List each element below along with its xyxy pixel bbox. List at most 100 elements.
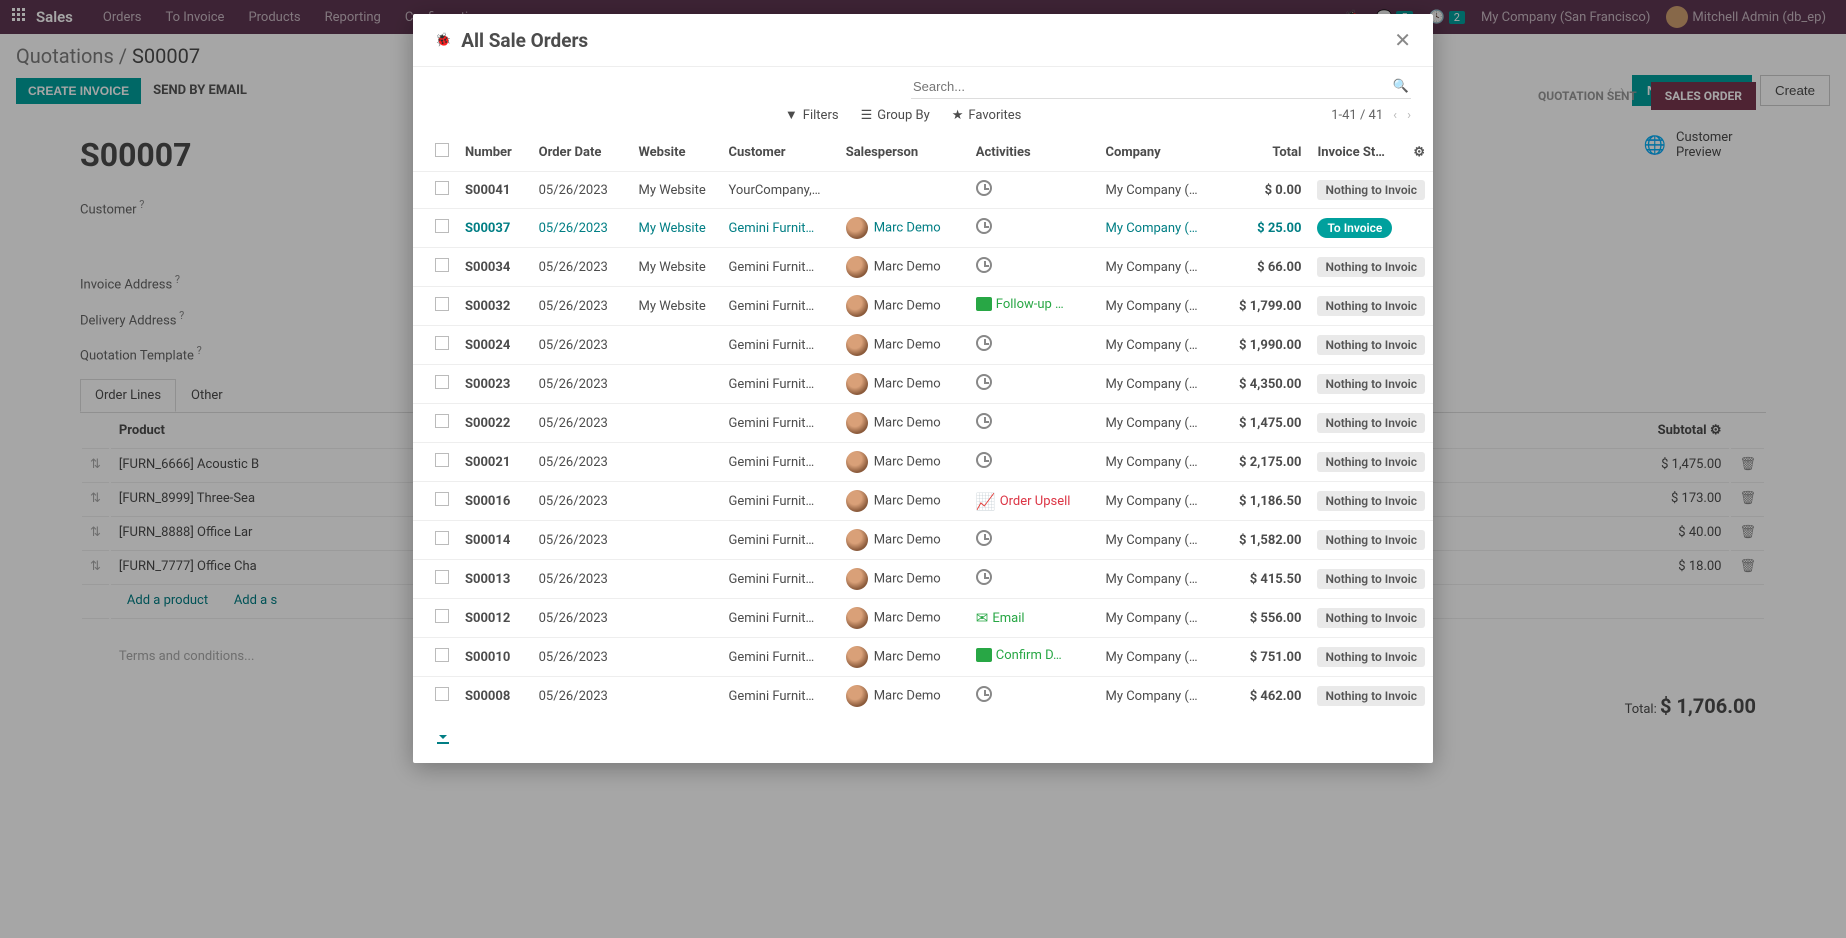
cell-total: $ 751.00 bbox=[1219, 638, 1309, 677]
mail-icon: ✉ bbox=[976, 609, 989, 627]
chart-icon: 📈 bbox=[976, 492, 996, 511]
row-checkbox[interactable] bbox=[435, 219, 449, 233]
cell-date: 05/26/2023 bbox=[531, 677, 631, 716]
cell-customer: Gemini Furnit… bbox=[720, 521, 837, 560]
cell-date: 05/26/2023 bbox=[531, 482, 631, 521]
table-row[interactable]: S00041 05/26/2023 My Website YourCompany… bbox=[413, 172, 1433, 209]
row-checkbox[interactable] bbox=[435, 336, 449, 350]
cell-salesperson: Marc Demo bbox=[838, 560, 968, 599]
download-icon[interactable] bbox=[413, 715, 1433, 763]
cell-salesperson: Marc Demo bbox=[838, 599, 968, 638]
cell-company: My Company (… bbox=[1098, 248, 1220, 287]
clock-icon[interactable] bbox=[976, 569, 992, 585]
row-checkbox[interactable] bbox=[435, 648, 449, 662]
col-activities[interactable]: Activities bbox=[968, 133, 1098, 172]
table-row[interactable]: S00037 05/26/2023 My Website Gemini Furn… bbox=[413, 209, 1433, 248]
col-invoice-status[interactable]: Invoice St… ⚙ bbox=[1309, 133, 1433, 172]
row-checkbox[interactable] bbox=[435, 453, 449, 467]
table-row[interactable]: S00032 05/26/2023 My Website Gemini Furn… bbox=[413, 287, 1433, 326]
pager-next-icon[interactable]: › bbox=[1407, 108, 1411, 123]
col-customer[interactable]: Customer bbox=[720, 133, 837, 172]
col-order-date[interactable]: Order Date bbox=[531, 133, 631, 172]
filter-icon: ▼ bbox=[785, 107, 798, 123]
table-row[interactable]: S00022 05/26/2023 Gemini Furnit… Marc De… bbox=[413, 404, 1433, 443]
favorites-button[interactable]: ★Favorites bbox=[952, 107, 1022, 123]
table-row[interactable]: S00012 05/26/2023 Gemini Furnit… Marc De… bbox=[413, 599, 1433, 638]
pager-prev-icon[interactable]: ‹ bbox=[1393, 108, 1397, 123]
col-website[interactable]: Website bbox=[630, 133, 720, 172]
search-box[interactable]: 🔍 bbox=[911, 75, 1411, 99]
row-checkbox[interactable] bbox=[435, 609, 449, 623]
search-icon[interactable]: 🔍 bbox=[1393, 79, 1409, 94]
status-badge: Nothing to Invoic bbox=[1317, 413, 1425, 433]
clock-icon[interactable] bbox=[976, 257, 992, 273]
groupby-button[interactable]: ☰Group By bbox=[861, 107, 930, 123]
table-row[interactable]: S00034 05/26/2023 My Website Gemini Furn… bbox=[413, 248, 1433, 287]
cell-customer: Gemini Furnit… bbox=[720, 599, 837, 638]
col-company[interactable]: Company bbox=[1098, 133, 1220, 172]
row-checkbox[interactable] bbox=[435, 181, 449, 195]
pager-text[interactable]: 1-41 / 41 bbox=[1331, 108, 1383, 123]
col-number[interactable]: Number bbox=[457, 133, 531, 172]
bug-icon[interactable]: 🐞 bbox=[435, 33, 451, 48]
cell-website bbox=[630, 638, 720, 677]
clock-icon[interactable] bbox=[976, 218, 992, 234]
table-row[interactable]: S00016 05/26/2023 Gemini Furnit… Marc De… bbox=[413, 482, 1433, 521]
table-row[interactable]: S00014 05/26/2023 Gemini Furnit… Marc De… bbox=[413, 521, 1433, 560]
cell-activities bbox=[968, 248, 1098, 287]
cell-activities: Confirm D… bbox=[968, 638, 1098, 677]
row-checkbox[interactable] bbox=[435, 492, 449, 506]
col-total[interactable]: Total bbox=[1219, 133, 1309, 172]
close-icon[interactable]: ✕ bbox=[1394, 28, 1411, 52]
cell-invoice-status: Nothing to Invoic bbox=[1309, 443, 1433, 482]
cell-invoice-status: Nothing to Invoic bbox=[1309, 482, 1433, 521]
clock-icon[interactable] bbox=[976, 335, 992, 351]
cell-activities bbox=[968, 172, 1098, 209]
cell-activities bbox=[968, 209, 1098, 248]
table-row[interactable]: S00023 05/26/2023 Gemini Furnit… Marc De… bbox=[413, 365, 1433, 404]
row-checkbox[interactable] bbox=[435, 375, 449, 389]
clock-icon[interactable] bbox=[976, 374, 992, 390]
activity-badge[interactable]: ✉Email bbox=[976, 609, 1025, 627]
cell-number: S00023 bbox=[457, 365, 531, 404]
cell-invoice-status: Nothing to Invoic bbox=[1309, 638, 1433, 677]
table-row[interactable]: S00010 05/26/2023 Gemini Furnit… Marc De… bbox=[413, 638, 1433, 677]
cell-total: $ 66.00 bbox=[1219, 248, 1309, 287]
status-badge: Nothing to Invoic bbox=[1317, 180, 1425, 200]
cell-number: S00013 bbox=[457, 560, 531, 599]
row-checkbox[interactable] bbox=[435, 414, 449, 428]
activity-badge[interactable]: Confirm D… bbox=[976, 648, 1062, 663]
clock-icon[interactable] bbox=[976, 686, 992, 702]
filters-button[interactable]: ▼Filters bbox=[785, 107, 839, 123]
columns-settings-icon[interactable]: ⚙ bbox=[1413, 145, 1425, 160]
clock-icon[interactable] bbox=[976, 452, 992, 468]
cell-customer: Gemini Furnit… bbox=[720, 326, 837, 365]
status-badge: Nothing to Invoic bbox=[1317, 569, 1425, 589]
cell-salesperson: Marc Demo bbox=[838, 326, 968, 365]
orders-table: Number Order Date Website Customer Sales… bbox=[413, 133, 1433, 715]
status-badge: Nothing to Invoic bbox=[1317, 608, 1425, 628]
table-row[interactable]: S00024 05/26/2023 Gemini Furnit… Marc De… bbox=[413, 326, 1433, 365]
clock-icon[interactable] bbox=[976, 413, 992, 429]
cell-invoice-status: Nothing to Invoic bbox=[1309, 677, 1433, 716]
row-checkbox[interactable] bbox=[435, 258, 449, 272]
row-checkbox[interactable] bbox=[435, 687, 449, 701]
cell-invoice-status: Nothing to Invoic bbox=[1309, 365, 1433, 404]
search-input[interactable] bbox=[913, 79, 1393, 94]
row-checkbox[interactable] bbox=[435, 297, 449, 311]
activity-badge[interactable]: Follow-up … bbox=[976, 297, 1064, 312]
cell-website: My Website bbox=[630, 209, 720, 248]
table-row[interactable]: S00021 05/26/2023 Gemini Furnit… Marc De… bbox=[413, 443, 1433, 482]
clock-icon[interactable] bbox=[976, 530, 992, 546]
cell-number: S00010 bbox=[457, 638, 531, 677]
activity-badge[interactable]: 📈Order Upsell bbox=[976, 492, 1071, 511]
select-all-checkbox[interactable] bbox=[435, 143, 449, 157]
clock-icon[interactable] bbox=[976, 180, 992, 196]
col-salesperson[interactable]: Salesperson bbox=[838, 133, 968, 172]
table-row[interactable]: S00013 05/26/2023 Gemini Furnit… Marc De… bbox=[413, 560, 1433, 599]
table-row[interactable]: S00008 05/26/2023 Gemini Furnit… Marc De… bbox=[413, 677, 1433, 716]
row-checkbox[interactable] bbox=[435, 570, 449, 584]
cell-company: My Company (… bbox=[1098, 482, 1220, 521]
row-checkbox[interactable] bbox=[435, 531, 449, 545]
cell-company: My Company (… bbox=[1098, 326, 1220, 365]
